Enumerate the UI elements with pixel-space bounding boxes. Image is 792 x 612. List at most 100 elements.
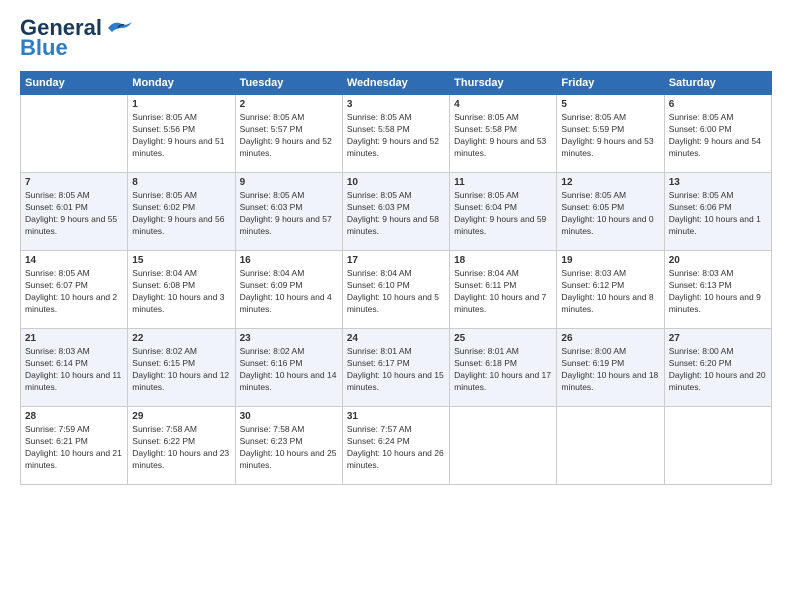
calendar-cell: 31 Sunrise: 7:57 AMSunset: 6:24 PMDayligh… [342, 407, 449, 485]
day-number: 19 [561, 255, 659, 266]
calendar-cell: 25Sunrise: 8:01 AMSunset: 6:18 PMDayligh… [450, 329, 557, 407]
day-number: 20 [669, 255, 767, 266]
day-info: Sunrise: 8:04 AMSunset: 6:10 PMDaylight:… [347, 268, 439, 314]
column-header-saturday: Saturday [664, 72, 771, 95]
day-info: Sunrise: 8:03 AMSunset: 6:14 PMDaylight:… [25, 346, 121, 392]
day-number: 22 [132, 333, 230, 344]
day-number: 27 [669, 333, 767, 344]
day-info: Sunrise: 8:05 AMSunset: 5:58 PMDaylight:… [454, 112, 546, 158]
calendar-cell: 29 Sunrise: 7:58 AMSunset: 6:22 PMDayligh… [128, 407, 235, 485]
day-info: Sunrise: 8:05 AMSunset: 5:56 PMDaylight:… [132, 112, 224, 158]
calendar-cell: 22 Sunrise: 8:02 AMSunset: 6:15 PMDayligh… [128, 329, 235, 407]
day-info: Sunrise: 8:04 AMSunset: 6:11 PMDaylight:… [454, 268, 546, 314]
day-info: Sunrise: 8:05 AMSunset: 6:02 PMDaylight:… [132, 190, 224, 236]
day-info: Sunrise: 7:58 AMSunset: 6:22 PMDaylight:… [132, 424, 229, 470]
calendar-cell: 8 Sunrise: 8:05 AMSunset: 6:02 PMDaylight… [128, 173, 235, 251]
day-number: 29 [132, 411, 230, 422]
calendar-cell [21, 95, 128, 173]
day-info: Sunrise: 8:01 AMSunset: 6:17 PMDaylight:… [347, 346, 444, 392]
day-number: 30 [240, 411, 338, 422]
calendar-cell [557, 407, 664, 485]
day-info: Sunrise: 8:05 AMSunset: 6:07 PMDaylight:… [25, 268, 117, 314]
day-number: 11 [454, 177, 552, 188]
day-info: Sunrise: 7:59 AMSunset: 6:21 PMDaylight:… [25, 424, 122, 470]
day-info: Sunrise: 8:05 AMSunset: 6:06 PMDaylight:… [669, 190, 761, 236]
calendar-cell: 2 Sunrise: 8:05 AMSunset: 5:57 PMDaylight… [235, 95, 342, 173]
day-number: 31 [347, 411, 445, 422]
column-header-sunday: Sunday [21, 72, 128, 95]
day-info: Sunrise: 8:00 AMSunset: 6:19 PMDaylight:… [561, 346, 658, 392]
day-info: Sunrise: 7:58 AMSunset: 6:23 PMDaylight:… [240, 424, 337, 470]
calendar-cell: 11 Sunrise: 8:05 AMSunset: 6:04 PMDayligh… [450, 173, 557, 251]
calendar-week-row: 1 Sunrise: 8:05 AMSunset: 5:56 PMDaylight… [21, 95, 772, 173]
calendar-cell: 17Sunrise: 8:04 AMSunset: 6:10 PMDayligh… [342, 251, 449, 329]
calendar-week-row: 21 Sunrise: 8:03 AMSunset: 6:14 PMDayligh… [21, 329, 772, 407]
calendar-cell: 1 Sunrise: 8:05 AMSunset: 5:56 PMDaylight… [128, 95, 235, 173]
calendar-cell: 3 Sunrise: 8:05 AMSunset: 5:58 PMDaylight… [342, 95, 449, 173]
day-number: 28 [25, 411, 123, 422]
day-number: 5 [561, 99, 659, 110]
day-info: Sunrise: 8:05 AMSunset: 6:03 PMDaylight:… [240, 190, 332, 236]
calendar-week-row: 14Sunrise: 8:05 AMSunset: 6:07 PMDayligh… [21, 251, 772, 329]
day-number: 8 [132, 177, 230, 188]
day-info: Sunrise: 8:02 AMSunset: 6:15 PMDaylight:… [132, 346, 229, 392]
calendar-table: SundayMondayTuesdayWednesdayThursdayFrid… [20, 71, 772, 485]
day-number: 3 [347, 99, 445, 110]
calendar-cell: 9Sunrise: 8:05 AMSunset: 6:03 PMDaylight… [235, 173, 342, 251]
day-info: Sunrise: 8:04 AMSunset: 6:08 PMDaylight:… [132, 268, 224, 314]
day-number: 23 [240, 333, 338, 344]
calendar-cell: 6 Sunrise: 8:05 AMSunset: 6:00 PMDaylight… [664, 95, 771, 173]
day-info: Sunrise: 8:05 AMSunset: 6:00 PMDaylight:… [669, 112, 761, 158]
calendar-cell: 23 Sunrise: 8:02 AMSunset: 6:16 PMDayligh… [235, 329, 342, 407]
day-number: 21 [25, 333, 123, 344]
calendar-cell: 10 Sunrise: 8:05 AMSunset: 6:03 PMDayligh… [342, 173, 449, 251]
calendar-cell: 5Sunrise: 8:05 AMSunset: 5:59 PMDaylight… [557, 95, 664, 173]
day-info: Sunrise: 8:01 AMSunset: 6:18 PMDaylight:… [454, 346, 551, 392]
calendar-week-row: 28 Sunrise: 7:59 AMSunset: 6:21 PMDayligh… [21, 407, 772, 485]
day-info: Sunrise: 8:04 AMSunset: 6:09 PMDaylight:… [240, 268, 332, 314]
day-info: Sunrise: 7:57 AMSunset: 6:24 PMDaylight:… [347, 424, 444, 470]
day-number: 15 [132, 255, 230, 266]
calendar-cell [450, 407, 557, 485]
calendar-cell: 18 Sunrise: 8:04 AMSunset: 6:11 PMDayligh… [450, 251, 557, 329]
logo: General Blue [20, 15, 134, 61]
day-info: Sunrise: 8:05 AMSunset: 5:57 PMDaylight:… [240, 112, 332, 158]
day-number: 10 [347, 177, 445, 188]
calendar-cell: 16 Sunrise: 8:04 AMSunset: 6:09 PMDayligh… [235, 251, 342, 329]
day-number: 2 [240, 99, 338, 110]
column-header-tuesday: Tuesday [235, 72, 342, 95]
day-number: 6 [669, 99, 767, 110]
calendar-cell: 7Sunrise: 8:05 AMSunset: 6:01 PMDaylight… [21, 173, 128, 251]
calendar-cell: 28 Sunrise: 7:59 AMSunset: 6:21 PMDayligh… [21, 407, 128, 485]
calendar-cell: 12Sunrise: 8:05 AMSunset: 6:05 PMDayligh… [557, 173, 664, 251]
calendar-cell: 30 Sunrise: 7:58 AMSunset: 6:23 PMDayligh… [235, 407, 342, 485]
column-header-thursday: Thursday [450, 72, 557, 95]
calendar-cell: 26 Sunrise: 8:00 AMSunset: 6:19 PMDayligh… [557, 329, 664, 407]
day-info: Sunrise: 8:03 AMSunset: 6:12 PMDaylight:… [561, 268, 653, 314]
calendar-week-row: 7Sunrise: 8:05 AMSunset: 6:01 PMDaylight… [21, 173, 772, 251]
calendar-cell: 20 Sunrise: 8:03 AMSunset: 6:13 PMDayligh… [664, 251, 771, 329]
day-info: Sunrise: 8:05 AMSunset: 6:05 PMDaylight:… [561, 190, 653, 236]
day-number: 18 [454, 255, 552, 266]
logo-blue-text: Blue [20, 35, 68, 61]
day-number: 24 [347, 333, 445, 344]
calendar-cell: 19 Sunrise: 8:03 AMSunset: 6:12 PMDayligh… [557, 251, 664, 329]
header: General Blue [20, 15, 772, 61]
calendar-cell: 13Sunrise: 8:05 AMSunset: 6:06 PMDayligh… [664, 173, 771, 251]
logo-bird-icon [104, 18, 134, 38]
day-info: Sunrise: 8:05 AMSunset: 6:03 PMDaylight:… [347, 190, 439, 236]
day-info: Sunrise: 8:05 AMSunset: 6:04 PMDaylight:… [454, 190, 546, 236]
page-container: General Blue SundayMondayTuesdayWednesda… [0, 0, 792, 495]
day-number: 16 [240, 255, 338, 266]
column-header-monday: Monday [128, 72, 235, 95]
calendar-cell: 21 Sunrise: 8:03 AMSunset: 6:14 PMDayligh… [21, 329, 128, 407]
day-info: Sunrise: 8:03 AMSunset: 6:13 PMDaylight:… [669, 268, 761, 314]
calendar-cell: 4Sunrise: 8:05 AMSunset: 5:58 PMDaylight… [450, 95, 557, 173]
day-info: Sunrise: 8:00 AMSunset: 6:20 PMDaylight:… [669, 346, 766, 392]
calendar-cell: 14Sunrise: 8:05 AMSunset: 6:07 PMDayligh… [21, 251, 128, 329]
calendar-header-row: SundayMondayTuesdayWednesdayThursdayFrid… [21, 72, 772, 95]
day-number: 26 [561, 333, 659, 344]
day-info: Sunrise: 8:05 AMSunset: 5:58 PMDaylight:… [347, 112, 439, 158]
day-info: Sunrise: 8:02 AMSunset: 6:16 PMDaylight:… [240, 346, 337, 392]
day-number: 1 [132, 99, 230, 110]
